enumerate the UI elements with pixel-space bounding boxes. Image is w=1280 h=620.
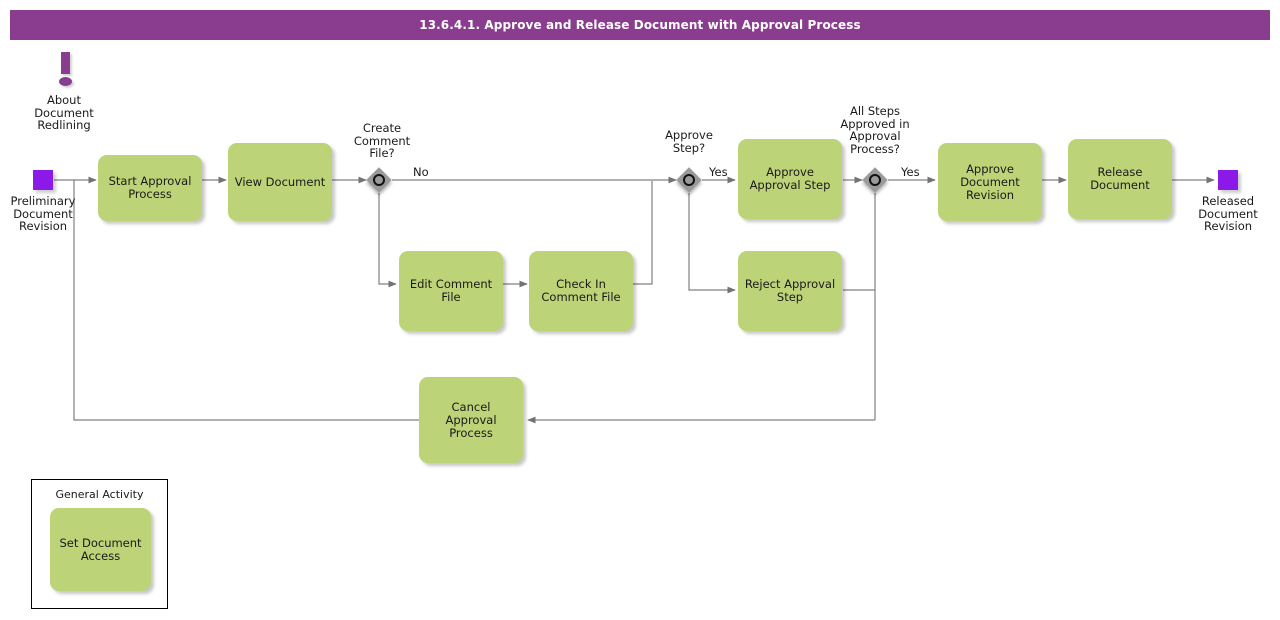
exclamation-bar xyxy=(61,52,70,74)
task-edit-comment-file[interactable]: Edit Comment File xyxy=(399,251,503,331)
flow-label-no: No xyxy=(413,165,429,179)
end-event[interactable] xyxy=(1218,170,1238,190)
start-event[interactable] xyxy=(33,170,53,190)
task-start-approval-process[interactable]: Start Approval Process xyxy=(98,155,202,221)
diagram-connectors xyxy=(54,176,1215,424)
task-cancel-approval-process[interactable]: Cancel Approval Process xyxy=(419,377,523,463)
legend-title: General Activity xyxy=(55,488,144,501)
exclamation-icon xyxy=(55,52,77,88)
task-check-in-comment-file[interactable]: Check In Comment File xyxy=(529,251,633,331)
gateway-create-comment-file[interactable] xyxy=(366,167,392,193)
gateway-ring-icon xyxy=(869,174,881,186)
gateway-approve-step[interactable] xyxy=(676,167,702,193)
legend-task-set-document-access: Set Document Access xyxy=(50,508,151,591)
gateway-approve-step-label: Approve Step? xyxy=(665,128,713,155)
gateway-all-steps-approved-label: All Steps Approved in Approval Process? xyxy=(840,104,910,156)
annotation-label: About Document Redlining xyxy=(34,93,94,132)
flow-label-yes-all-steps: Yes xyxy=(901,165,920,179)
gateway-ring-icon xyxy=(683,174,695,186)
task-approve-document-revision[interactable]: Approve Document Revision xyxy=(938,143,1042,221)
task-view-document[interactable]: View Document xyxy=(228,143,332,221)
end-event-label: Released Document Revision xyxy=(1198,194,1258,233)
page-title-bar: 13.6.4.1. Approve and Release Document w… xyxy=(10,10,1270,40)
task-release-document[interactable]: Release Document xyxy=(1068,139,1172,219)
gateway-all-steps-approved[interactable] xyxy=(862,167,888,193)
exclamation-dot xyxy=(59,77,72,86)
flow-label-yes-approve-step: Yes xyxy=(709,165,728,179)
start-event-label: Preliminary Document Revision xyxy=(10,194,76,233)
gateway-ring-icon xyxy=(373,174,385,186)
page-title: 13.6.4.1. Approve and Release Document w… xyxy=(419,18,861,32)
task-reject-approval-step[interactable]: Reject Approval Step xyxy=(738,251,842,331)
gateway-create-comment-file-label: Create Comment File? xyxy=(353,121,411,160)
